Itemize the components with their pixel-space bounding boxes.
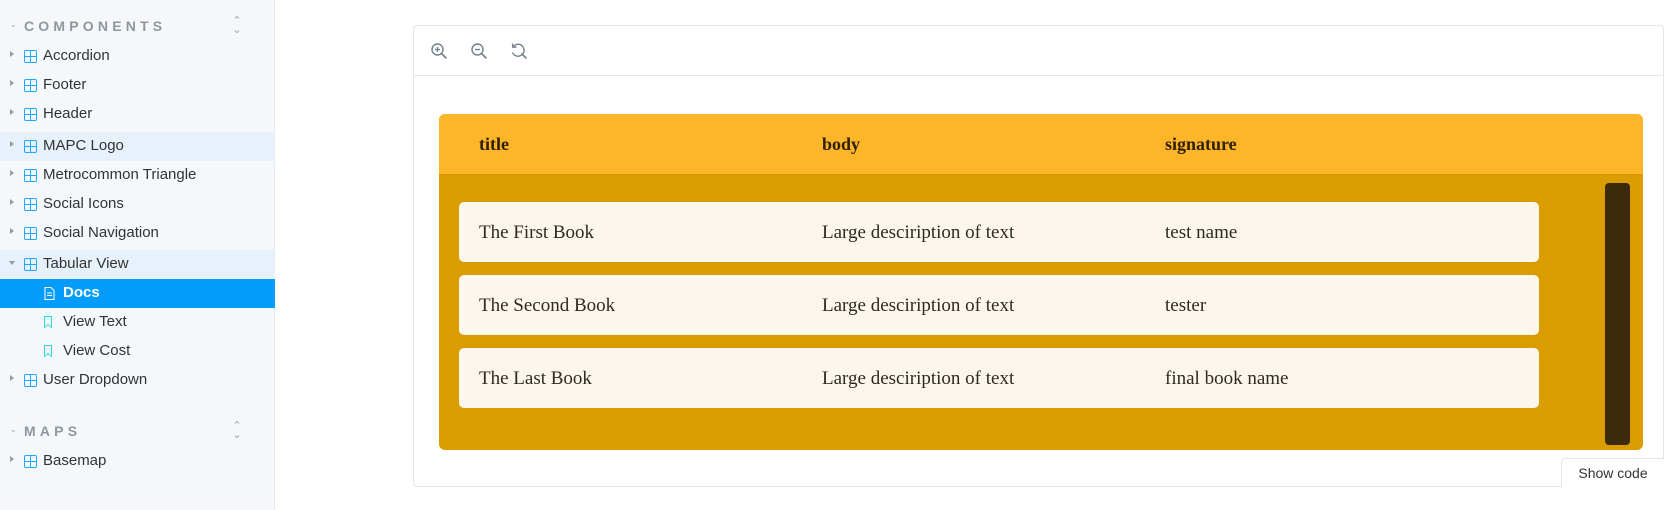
sidebar-item-view-cost[interactable]: View Cost — [0, 337, 275, 366]
caret-right-icon — [10, 199, 14, 205]
sidebar-item-label: User Dropdown — [43, 371, 148, 388]
sidebar-item-label: Footer — [43, 76, 87, 93]
caret-right-icon — [10, 228, 14, 234]
section-title: COMPONENTS — [24, 18, 167, 34]
component-icon — [24, 79, 37, 92]
show-code-button[interactable]: Show code — [1561, 458, 1664, 488]
reset-zoom-icon[interactable] — [510, 42, 528, 60]
sidebar-item-label: Docs — [63, 284, 100, 301]
component-icon — [24, 169, 37, 182]
sidebar-item-metrocommon-triangle[interactable]: Metrocommon Triangle — [0, 161, 275, 190]
sidebar-item-label: View Text — [63, 313, 127, 330]
sidebar-item-label: Tabular View — [43, 255, 129, 272]
section-title: MAPS — [24, 423, 82, 439]
sidebar-item-basemap[interactable]: Basemap — [0, 447, 275, 476]
section-header-components[interactable]: ⌄ COMPONENTS ⌃ ⌄ — [0, 14, 275, 38]
table-row: The First Book Large desciription of tex… — [459, 202, 1539, 262]
table-cell: tester — [1165, 295, 1207, 316]
caret-right-icon — [10, 51, 14, 57]
sidebar-item-mapc-logo[interactable]: MAPC Logo — [0, 132, 275, 161]
sidebar-item-accordion[interactable]: Accordion — [0, 42, 275, 71]
table-cell: Large desciription of text — [822, 222, 1015, 243]
component-icon — [24, 374, 37, 387]
column-header: title — [479, 134, 509, 154]
column-header: signature — [1165, 134, 1237, 154]
document-icon — [44, 287, 55, 300]
scrollbar[interactable] — [1605, 183, 1630, 445]
table-cell: Large desciription of text — [822, 368, 1015, 389]
bookmark-icon — [44, 316, 52, 328]
chevron-down-icon: ⌄ — [10, 425, 17, 434]
caret-right-icon — [10, 80, 14, 86]
component-icon — [24, 455, 37, 468]
table-cell: test name — [1165, 222, 1238, 243]
caret-right-icon — [10, 456, 14, 462]
sidebar-item-header[interactable]: Header — [0, 100, 275, 129]
sidebar-item-label: Accordion — [43, 47, 110, 64]
component-icon — [24, 198, 37, 211]
caret-down-icon — [9, 261, 15, 265]
component-icon — [24, 258, 37, 271]
expand-collapse-icon[interactable]: ⌃ ⌄ — [229, 15, 245, 35]
sidebar-item-label: Metrocommon Triangle — [43, 166, 197, 183]
caret-right-icon — [10, 141, 14, 147]
sidebar-item-user-dropdown[interactable]: User Dropdown — [0, 366, 275, 395]
section-header-maps[interactable]: ⌄ MAPS ⌃ ⌄ — [0, 419, 275, 443]
column-header: body — [822, 134, 861, 154]
sidebar-item-footer[interactable]: Footer — [0, 71, 275, 100]
table-cell: The Second Book — [479, 295, 616, 316]
bookmark-icon — [44, 345, 52, 357]
sidebar-item-view-text[interactable]: View Text — [0, 308, 275, 337]
table-row: The Last Book Large desciription of text… — [459, 348, 1539, 408]
component-icon — [24, 227, 37, 240]
sidebar-item-social-icons[interactable]: Social Icons — [0, 190, 275, 219]
caret-right-icon — [10, 170, 14, 176]
component-icon — [24, 50, 37, 63]
zoom-out-icon[interactable] — [470, 42, 488, 60]
sidebar-item-label: Social Icons — [43, 195, 124, 212]
sidebar-item-label: View Cost — [63, 342, 131, 359]
sidebar-item-label: Basemap — [43, 452, 107, 469]
table-header: title body signature — [439, 114, 1643, 174]
zoom-in-icon[interactable] — [430, 42, 448, 60]
sidebar-item-label: Social Navigation — [43, 224, 159, 241]
component-icon — [24, 140, 37, 153]
sidebar-item-label: Header — [43, 105, 93, 122]
expand-collapse-icon[interactable]: ⌃ ⌄ — [229, 420, 245, 440]
table-cell: The Last Book — [479, 368, 592, 389]
component-icon — [24, 108, 37, 121]
chevron-down-icon: ⌄ — [10, 20, 17, 29]
sidebar-item-docs[interactable]: Docs — [0, 279, 275, 308]
caret-right-icon — [10, 375, 14, 381]
canvas-toolbar — [414, 26, 1663, 76]
sidebar: ⌄ COMPONENTS ⌃ ⌄ Accordion Footer Header … — [0, 0, 275, 510]
table-cell: Large desciription of text — [822, 295, 1015, 316]
table-row: The Second Book Large desciription of te… — [459, 275, 1539, 335]
sidebar-item-label: MAPC Logo — [43, 137, 124, 154]
caret-right-icon — [10, 109, 14, 115]
sidebar-item-tabular-view[interactable]: Tabular View — [0, 250, 275, 279]
tabular-view: title body signature The First Book Larg… — [439, 114, 1643, 450]
table-cell: final book name — [1165, 368, 1289, 389]
table-cell: The First Book — [479, 222, 595, 243]
sidebar-item-social-navigation[interactable]: Social Navigation — [0, 219, 275, 248]
story-preview: title body signature The First Book Larg… — [413, 25, 1664, 487]
